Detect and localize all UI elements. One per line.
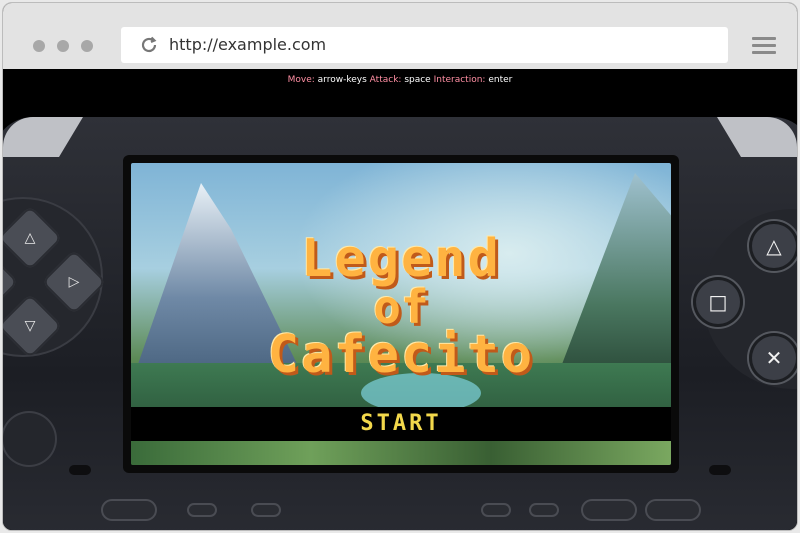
start-hw-button[interactable]	[645, 499, 701, 521]
right-indicator	[709, 465, 731, 475]
title-line-1: Legend	[301, 229, 501, 289]
square-icon: □	[708, 290, 728, 314]
triangle-icon: △	[766, 234, 782, 258]
start-button[interactable]: START	[131, 411, 671, 436]
browser-toolbar: http://example.com	[3, 3, 797, 70]
hint-interaction-value: enter	[488, 75, 513, 85]
reload-icon[interactable]	[139, 35, 159, 55]
hint-attack-key: Attack:	[369, 75, 402, 85]
bottom-art-strip	[131, 441, 671, 465]
hint-move-value: arrow-keys	[317, 75, 367, 85]
url-text[interactable]: http://example.com	[169, 35, 326, 54]
left-indicator	[69, 465, 91, 475]
home-button[interactable]	[101, 499, 157, 521]
hint-attack-value: space	[404, 75, 431, 85]
page-content: Move: arrow-keys Attack: space Interacti…	[3, 69, 797, 530]
screen-bezel: Legend of Cafecito START	[123, 155, 679, 473]
window-dot-2[interactable]	[57, 40, 69, 52]
select-button[interactable]	[581, 499, 637, 521]
hint-move-key: Move:	[287, 75, 315, 85]
title-line-3: Cafecito	[267, 325, 535, 385]
arrow-up-icon: △	[24, 230, 36, 246]
square-button[interactable]: □	[693, 277, 743, 327]
window-dot-1[interactable]	[33, 40, 45, 52]
hint-interaction-key: Interaction:	[433, 75, 486, 85]
analog-stick[interactable]	[3, 411, 57, 467]
game-title: Legend of Cafecito	[131, 233, 671, 381]
address-bar[interactable]: http://example.com	[121, 27, 728, 63]
cross-button[interactable]: ✕	[749, 333, 797, 383]
browser-window: http://example.com Move: arrow-keys Atta…	[2, 2, 798, 531]
arrow-down-icon: ▽	[24, 318, 36, 334]
window-dot-3[interactable]	[81, 40, 93, 52]
game-screen[interactable]: Legend of Cafecito START	[131, 163, 671, 465]
controls-hint: Move: arrow-keys Attack: space Interacti…	[3, 75, 797, 85]
sound-button[interactable]	[529, 503, 559, 517]
display-button[interactable]	[481, 503, 511, 517]
volume-up-button[interactable]	[251, 503, 281, 517]
triangle-button[interactable]: △	[749, 221, 797, 271]
cross-icon: ✕	[765, 346, 783, 370]
hamburger-menu-icon[interactable]	[752, 37, 776, 55]
title-line-2: of	[373, 280, 429, 334]
volume-down-button[interactable]	[187, 503, 217, 517]
arrow-right-icon: ▷	[68, 274, 80, 290]
